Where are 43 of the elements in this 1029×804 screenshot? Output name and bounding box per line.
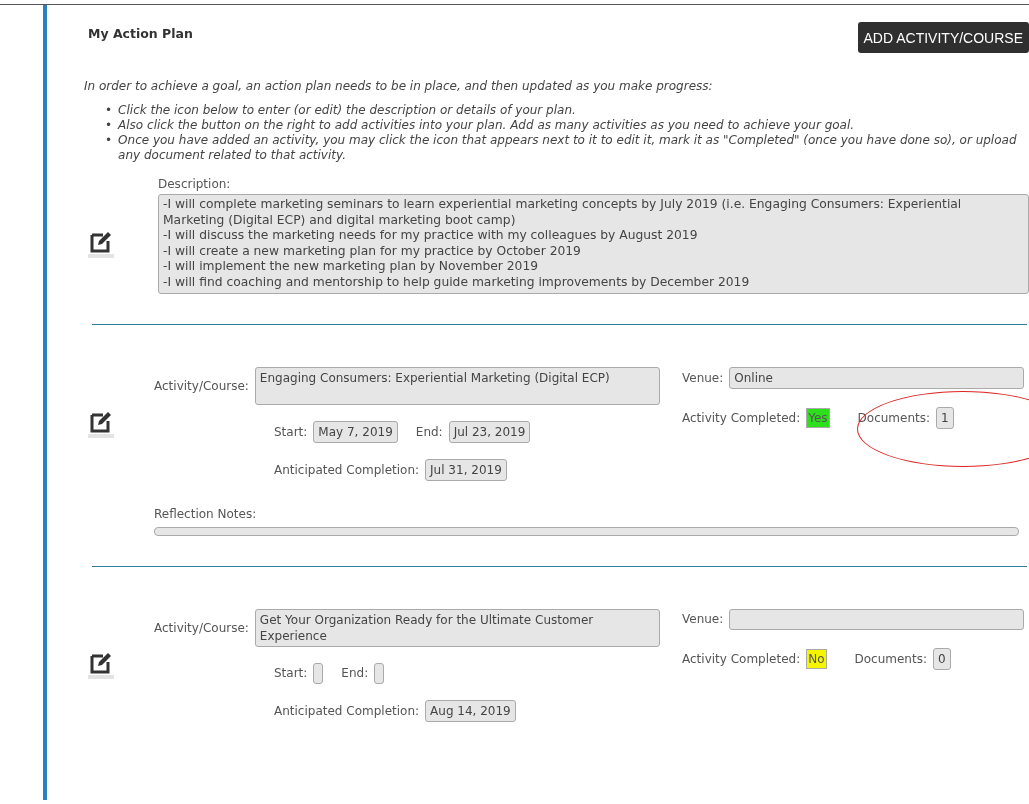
bullet-marker: • bbox=[105, 103, 113, 118]
completed-status: Yes bbox=[806, 407, 830, 428]
intro-text: In order to achieve a goal, an action plan needs to be in place, and then updated as you make progress: bbox=[84, 79, 714, 93]
reflection-notes-label: Reflection Notes: bbox=[154, 506, 258, 521]
activity-completed-label: Activity Completed: bbox=[682, 651, 801, 666]
activity-completed-label: Activity Completed: bbox=[682, 410, 801, 425]
end-date-field[interactable] bbox=[374, 662, 385, 684]
venue-field[interactable] bbox=[729, 608, 1024, 630]
bullet-marker: • bbox=[105, 133, 113, 149]
bullet-marker: • bbox=[105, 118, 113, 133]
anticipated-completion-field[interactable]: Jul 31, 2019 bbox=[425, 458, 507, 481]
instruction-item: Click the icon below to enter (or edit) the description or details of your plan. bbox=[118, 103, 576, 118]
instruction-item: Once you have added an activity, you may click the icon that appears next to it to edit it, mark it as "Completed" (once you have done so), or upload any document related to that activity. bbox=[118, 133, 1018, 163]
documents-count-field[interactable]: 1 bbox=[936, 406, 954, 429]
instruction-item: Also click the button on the right to add activities into your plan. Add as many activities as you need to achieve your goal. bbox=[118, 118, 855, 133]
venue-label: Venue: bbox=[682, 370, 724, 385]
description-label: Description: bbox=[158, 177, 232, 191]
anticipated-completion-field[interactable]: Aug 14, 2019 bbox=[425, 699, 516, 722]
course-field[interactable]: Get Your Organization Ready for the Ultimate Customer Experience bbox=[254, 608, 660, 647]
add-activity-button[interactable]: ADD ACTIVITY/COURSE bbox=[857, 22, 1029, 53]
course-label: Activity/Course: bbox=[154, 620, 249, 635]
description-field[interactable]: -I will complete marketing seminars to learn experiential marketing concepts by July 2019 (i.e. Engaging Consumers: Experiential Marketing (Digital ECP) and digital marketing boot camp) -I will discuss the marketing needs for my practice with my colleagues by August 2019 -I will create a new marketing plan for my practice by October 2019 -I will implement the new marketing plan by November 2019 -I will find coaching and mentorship to help guide marketing improvements by December 2019 bbox=[158, 194, 1029, 294]
venue-field[interactable]: Online bbox=[729, 366, 1024, 389]
end-label: End: bbox=[415, 424, 443, 439]
start-date-field[interactable]: May 7, 2019 bbox=[313, 420, 398, 443]
documents-label: Documents: bbox=[854, 651, 927, 666]
end-label: End: bbox=[341, 666, 369, 681]
edit-icon[interactable] bbox=[88, 409, 114, 438]
end-date-field[interactable]: Jul 23, 2019 bbox=[448, 420, 531, 443]
edit-icon[interactable] bbox=[88, 229, 114, 258]
documents-count-field[interactable]: 0 bbox=[933, 647, 951, 670]
anticipated-completion-label: Anticipated Completion: bbox=[274, 703, 420, 718]
completed-status: No bbox=[806, 648, 827, 669]
course-label: Activity/Course: bbox=[154, 378, 249, 393]
start-label: Start: bbox=[274, 666, 308, 681]
edit-icon[interactable] bbox=[88, 651, 114, 680]
reflection-notes-field[interactable] bbox=[154, 526, 1019, 536]
page-title: My Action Plan bbox=[88, 26, 193, 41]
start-label: Start: bbox=[274, 424, 308, 439]
anticipated-completion-label: Anticipated Completion: bbox=[274, 462, 420, 477]
start-date-field[interactable] bbox=[313, 662, 324, 684]
course-field[interactable]: Engaging Consumers: Experiential Marketing (Digital ECP) bbox=[254, 366, 660, 405]
venue-label: Venue: bbox=[682, 612, 724, 627]
